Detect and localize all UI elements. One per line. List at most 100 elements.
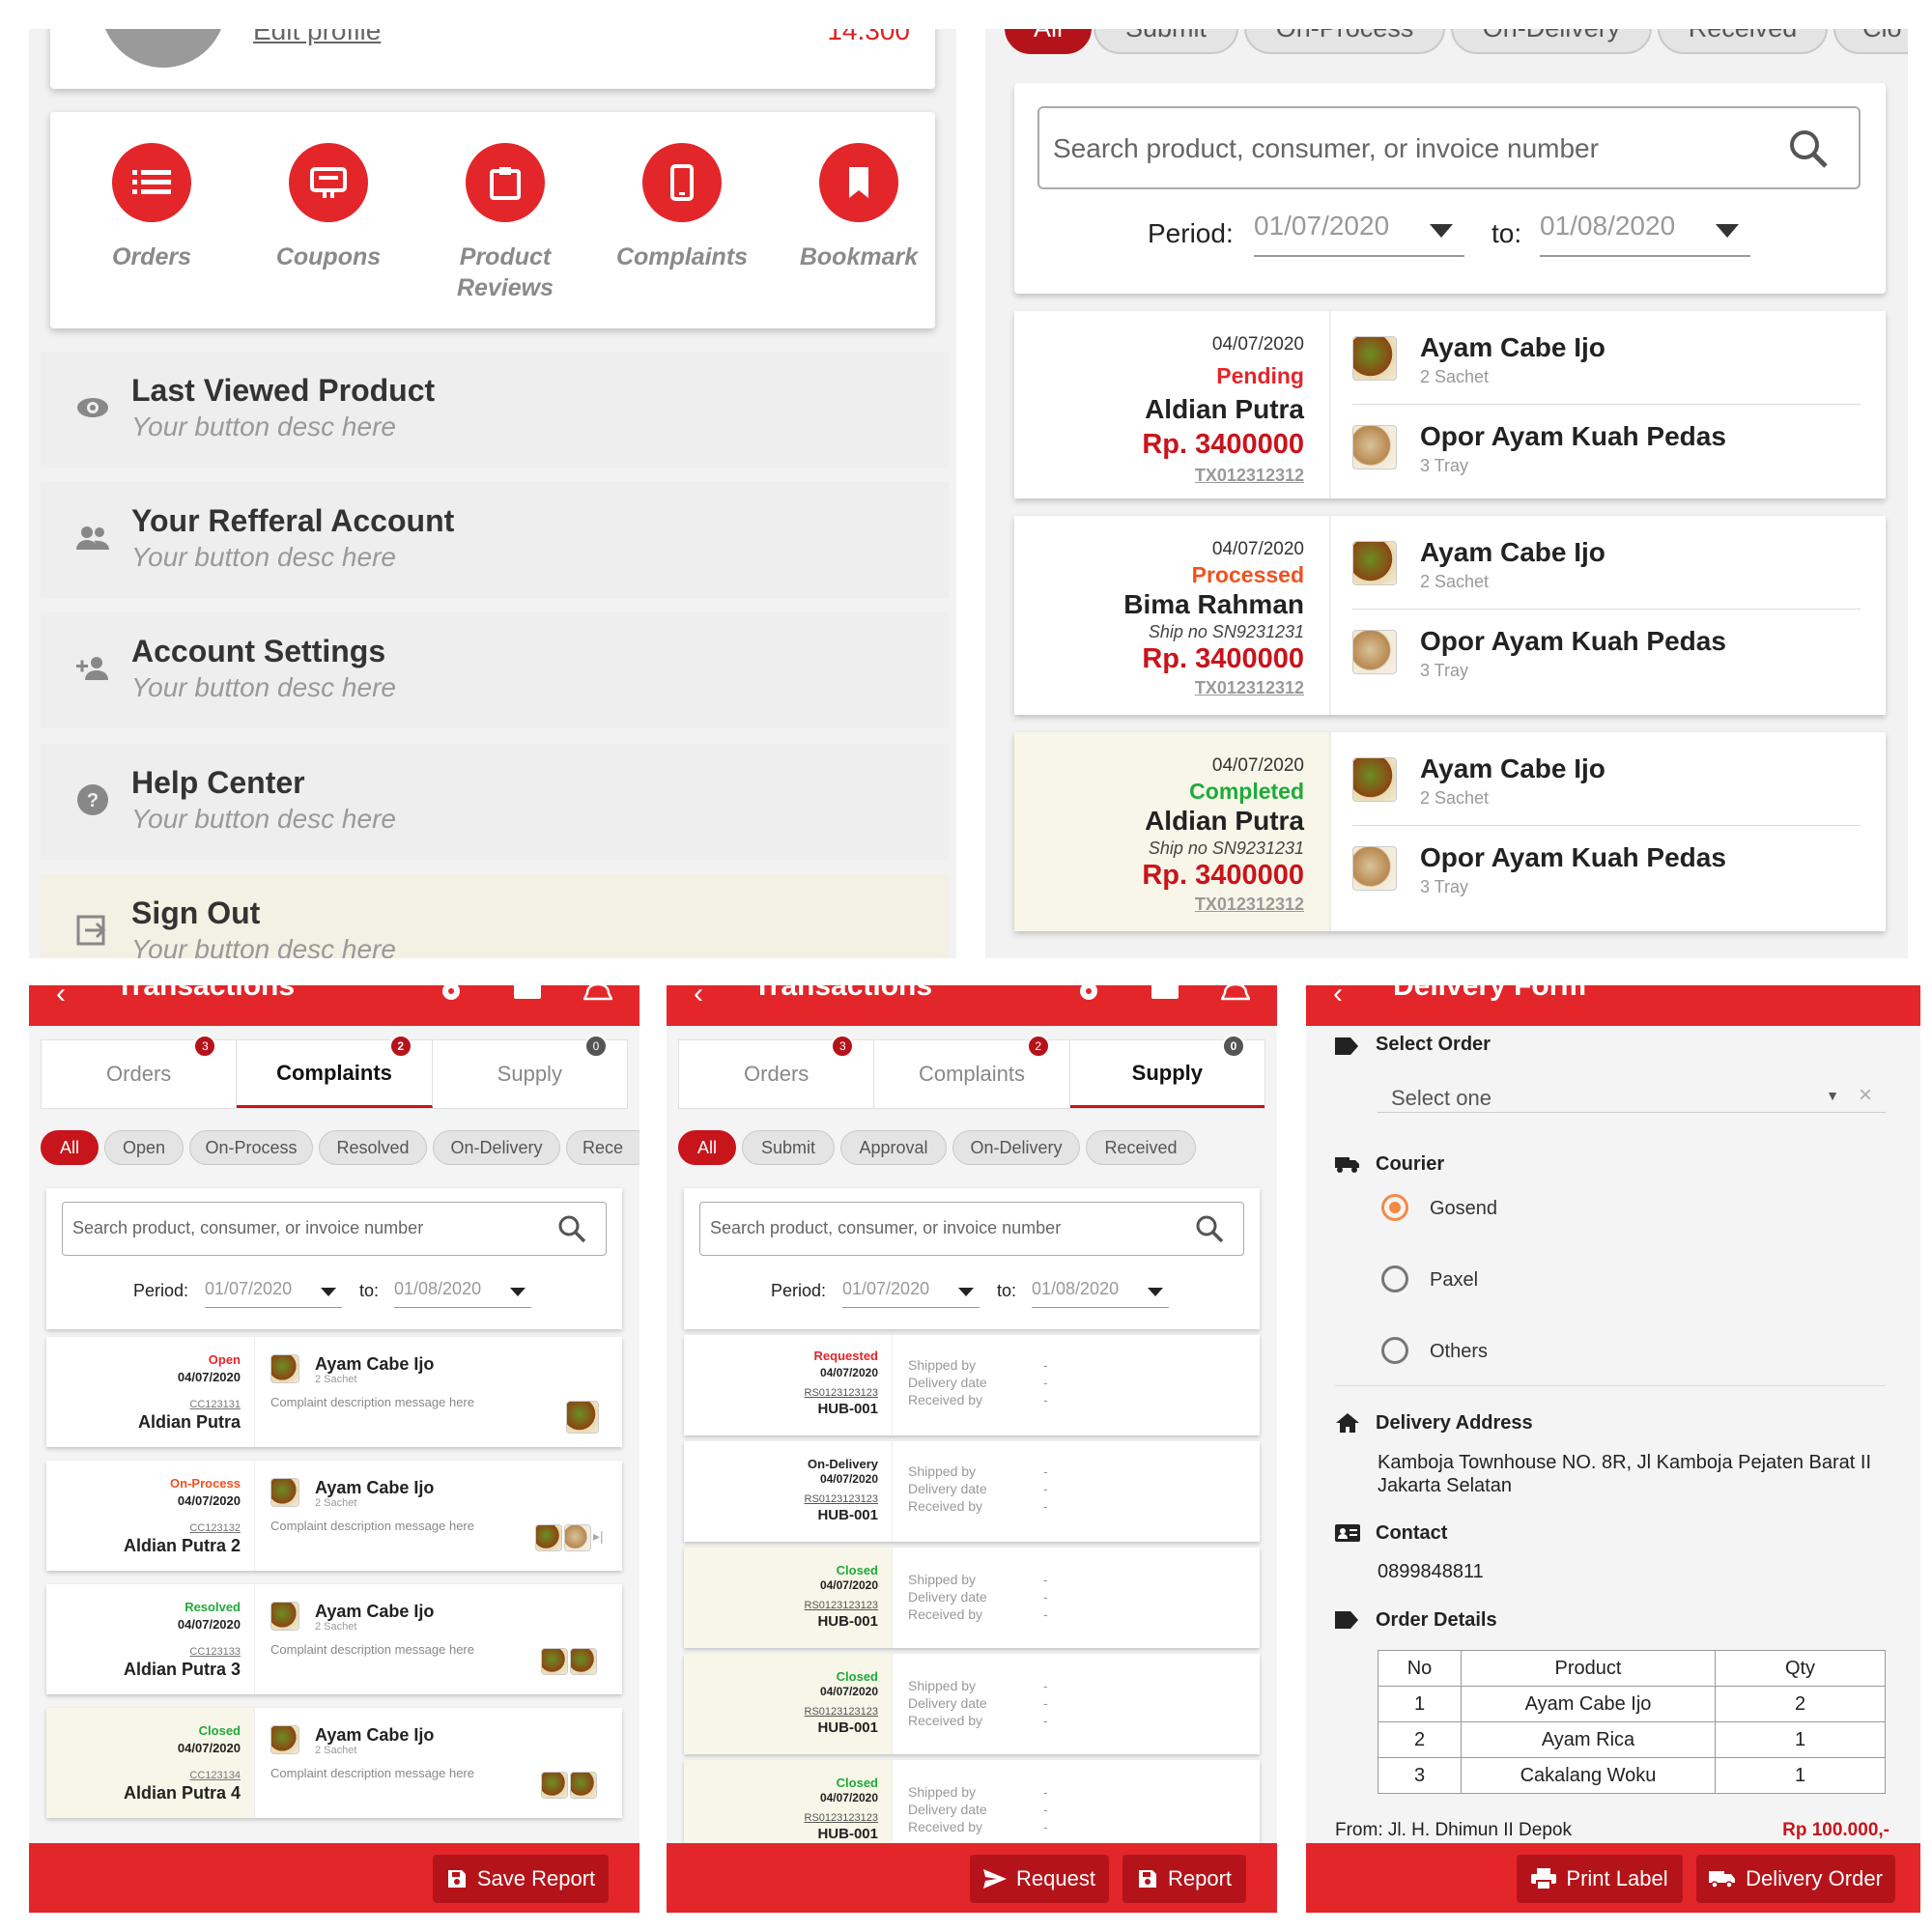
back-arrow-icon[interactable]: ‹ bbox=[1333, 985, 1343, 1010]
gear-icon[interactable] bbox=[1076, 985, 1101, 1005]
complaint-card[interactable]: Open 04/07/2020 CC123131 Aldian Putra Ay… bbox=[46, 1337, 622, 1447]
row-account-settings[interactable]: Account Settings Your button desc here bbox=[41, 612, 949, 728]
chip-on-process[interactable]: On-Process bbox=[189, 1130, 313, 1165]
chip-on-delivery[interactable]: On-Delivery bbox=[952, 1130, 1080, 1165]
attachment-thumbnail[interactable] bbox=[564, 1524, 591, 1551]
tab-orders[interactable]: Orders 3 bbox=[679, 1035, 875, 1108]
period-from-select[interactable]: 01/07/2020 bbox=[205, 1279, 342, 1308]
order-card[interactable]: 04/07/2020 Completed Aldian Putra Ship n… bbox=[1014, 732, 1886, 931]
tab-complaints[interactable]: Complaints 2 bbox=[237, 1035, 433, 1108]
back-arrow-icon[interactable]: ‹ bbox=[694, 985, 703, 1010]
search-input[interactable]: Search product, consumer, or invoice num… bbox=[1037, 106, 1861, 189]
chip-resolved[interactable]: Resolved bbox=[319, 1130, 427, 1165]
complaint-code[interactable]: CC123131 bbox=[189, 1399, 241, 1410]
chip-submit[interactable]: Submit bbox=[1094, 29, 1238, 54]
menu-orders[interactable]: Orders bbox=[79, 143, 224, 272]
row-sign-out[interactable]: Sign Out Your button desc here bbox=[41, 874, 949, 958]
supply-code[interactable]: RS0123123123 bbox=[805, 1493, 878, 1505]
period-from-select[interactable]: 01/07/2020 bbox=[842, 1279, 980, 1308]
search-icon[interactable] bbox=[557, 1214, 586, 1243]
chip-on-delivery[interactable]: On-Delivery bbox=[1451, 29, 1652, 54]
attachment-thumbnail[interactable] bbox=[541, 1648, 568, 1675]
gear-icon[interactable] bbox=[439, 985, 464, 1005]
menu-complaints[interactable]: Complaints bbox=[610, 143, 754, 272]
attachment-thumbnail[interactable] bbox=[541, 1772, 568, 1799]
complaint-code[interactable]: CC123133 bbox=[189, 1646, 241, 1658]
chip-all[interactable]: All bbox=[1005, 29, 1092, 54]
tab-supply[interactable]: Supply 0 bbox=[1069, 1035, 1264, 1108]
supply-card[interactable]: Closed 04/07/2020 RS0123123123 HUB-001 S… bbox=[684, 1548, 1260, 1648]
order-invoice[interactable]: TX012312312 bbox=[1195, 466, 1304, 486]
complaint-card[interactable]: Resolved 04/07/2020 CC123133 Aldian Putr… bbox=[46, 1584, 622, 1694]
tab-complaints[interactable]: Complaints 2 bbox=[874, 1035, 1070, 1108]
save-report-button[interactable]: Save Report bbox=[433, 1855, 609, 1903]
supply-code[interactable]: RS0123123123 bbox=[805, 1812, 878, 1824]
row-last-viewed[interactable]: Last Viewed Product Your button desc her… bbox=[41, 352, 949, 468]
report-button[interactable]: Report bbox=[1122, 1855, 1246, 1903]
order-invoice[interactable]: TX012312312 bbox=[1195, 895, 1304, 915]
tab-supply[interactable]: Supply 0 bbox=[433, 1035, 627, 1108]
menu-product-reviews[interactable]: Product Reviews bbox=[433, 143, 578, 303]
order-invoice[interactable]: TX012312312 bbox=[1195, 678, 1304, 698]
chip-all[interactable]: All bbox=[678, 1130, 736, 1165]
radio-gosend[interactable] bbox=[1381, 1194, 1408, 1221]
complaint-code[interactable]: CC123132 bbox=[189, 1522, 241, 1534]
mail-icon[interactable] bbox=[1151, 985, 1179, 1001]
attachment-thumbnail[interactable] bbox=[566, 1401, 599, 1434]
request-button[interactable]: Request bbox=[970, 1855, 1109, 1903]
supply-code[interactable]: RS0123123123 bbox=[805, 1387, 878, 1399]
search-input[interactable]: Search product, consumer, or invoice num… bbox=[699, 1202, 1244, 1256]
complaint-card[interactable]: On-Process 04/07/2020 CC123132 Aldian Pu… bbox=[46, 1461, 622, 1571]
period-from-select[interactable]: 01/07/2020 bbox=[1254, 211, 1464, 257]
chip-on-delivery[interactable]: On-Delivery bbox=[433, 1130, 560, 1165]
delivery-order-button[interactable]: Delivery Order bbox=[1696, 1855, 1895, 1903]
attachment-thumbnail[interactable] bbox=[570, 1772, 597, 1799]
supply-card[interactable]: Closed 04/07/2020 RS0123123123 HUB-001 S… bbox=[684, 1654, 1260, 1754]
print-label-button[interactable]: Print Label bbox=[1517, 1855, 1683, 1903]
chip-approval[interactable]: Approval bbox=[840, 1130, 947, 1165]
bell-icon[interactable] bbox=[583, 985, 612, 1005]
supply-card[interactable]: On-Delivery 04/07/2020 RS0123123123 HUB-… bbox=[684, 1441, 1260, 1542]
menu-bookmark[interactable]: Bookmark bbox=[786, 143, 931, 272]
complaint-code[interactable]: CC123134 bbox=[189, 1770, 241, 1781]
supply-card[interactable]: Requested 04/07/2020 RS0123123123 HUB-00… bbox=[684, 1335, 1260, 1435]
period-to-select[interactable]: 01/08/2020 bbox=[1032, 1279, 1169, 1308]
menu-coupons[interactable]: Coupons bbox=[256, 143, 401, 272]
tab-orders[interactable]: Orders 3 bbox=[42, 1035, 238, 1108]
back-arrow-icon[interactable]: ‹ bbox=[56, 985, 66, 1010]
search-input[interactable]: Search product, consumer, or invoice num… bbox=[62, 1202, 607, 1256]
clear-icon[interactable]: × bbox=[1859, 1082, 1872, 1109]
avatar[interactable] bbox=[100, 29, 226, 68]
column-header: No bbox=[1378, 1650, 1462, 1687]
next-icon[interactable]: ▸| bbox=[593, 1528, 604, 1545]
radio-others[interactable] bbox=[1381, 1337, 1408, 1364]
chip-submit[interactable]: Submit bbox=[742, 1130, 835, 1165]
attachment-thumbnail[interactable] bbox=[570, 1648, 597, 1675]
complaint-card[interactable]: Closed 04/07/2020 CC123134 Aldian Putra … bbox=[46, 1708, 622, 1818]
edit-profile-link[interactable]: Edit profile bbox=[253, 29, 381, 46]
bell-icon[interactable] bbox=[1221, 985, 1250, 1005]
chip-open[interactable]: Open bbox=[104, 1130, 184, 1165]
order-card[interactable]: 04/07/2020 Processed Bima Rahman Ship no… bbox=[1014, 516, 1886, 715]
supply-code[interactable]: RS0123123123 bbox=[805, 1706, 878, 1718]
chip-all[interactable]: All bbox=[41, 1130, 99, 1165]
row-referral[interactable]: Your Refferal Account Your button desc h… bbox=[41, 482, 949, 598]
row-help-center[interactable]: ? Help Center Your button desc here bbox=[41, 744, 949, 860]
supply-summary: Requested 04/07/2020 RS0123123123 HUB-00… bbox=[684, 1335, 893, 1435]
order-card[interactable]: 04/07/2020 Pending Aldian Putra Rp. 3400… bbox=[1014, 311, 1886, 498]
chip-closed[interactable]: Clo bbox=[1833, 29, 1908, 54]
chip-received[interactable]: Rece bbox=[566, 1130, 639, 1165]
attachment-thumbnail[interactable] bbox=[535, 1524, 562, 1551]
radio-paxel[interactable] bbox=[1381, 1265, 1408, 1293]
supply-code[interactable]: RS0123123123 bbox=[805, 1600, 878, 1611]
chip-received[interactable]: Received bbox=[1086, 1130, 1196, 1165]
period-to-select[interactable]: 01/08/2020 bbox=[394, 1279, 531, 1308]
mail-icon[interactable] bbox=[514, 985, 541, 1001]
select-order-dropdown[interactable]: Select one ▼ × bbox=[1378, 1074, 1886, 1113]
chip-on-process[interactable]: On-Process bbox=[1244, 29, 1445, 54]
search-icon[interactable] bbox=[1787, 128, 1830, 170]
chip-received[interactable]: Received bbox=[1658, 29, 1828, 54]
search-icon[interactable] bbox=[1195, 1214, 1224, 1243]
supply-date: 04/07/2020 bbox=[819, 1472, 878, 1486]
period-to-select[interactable]: 01/08/2020 bbox=[1540, 211, 1750, 257]
